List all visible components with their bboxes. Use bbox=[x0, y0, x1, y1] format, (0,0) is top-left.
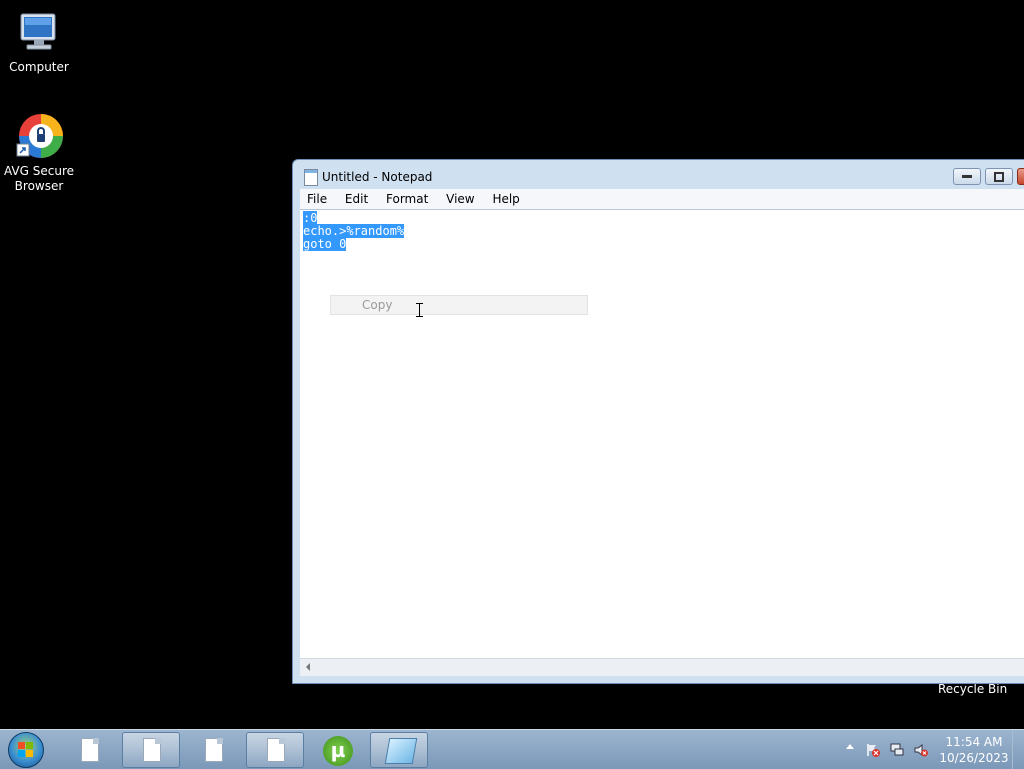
selected-text: echo.>%random% bbox=[303, 224, 405, 238]
maximize-icon bbox=[994, 172, 1004, 182]
desktop-icon-recycle-bin[interactable]: Recycle Bin bbox=[938, 682, 1007, 696]
scroll-left-icon[interactable] bbox=[306, 663, 310, 671]
notepad-icon bbox=[384, 738, 418, 764]
text-line: goto 0 bbox=[303, 237, 404, 251]
network-icon[interactable] bbox=[890, 742, 904, 756]
menu-file[interactable]: File bbox=[300, 189, 334, 209]
menu-bar: File Edit Format View Help bbox=[300, 189, 1024, 209]
clock-time: 11:54 AM bbox=[945, 735, 1003, 749]
document-icon bbox=[81, 738, 99, 762]
show-desktop-button[interactable] bbox=[1012, 730, 1024, 769]
taskbar-button-document[interactable] bbox=[122, 732, 180, 768]
document-icon bbox=[143, 738, 161, 762]
taskbar-button-utorrent[interactable]: µ bbox=[308, 732, 366, 768]
desktop-icon-avg-secure-browser[interactable]: AVG Secure Browser bbox=[0, 112, 78, 194]
context-menu: Copy bbox=[330, 295, 588, 315]
clock-date: 10/26/2023 bbox=[939, 751, 1009, 765]
horizontal-scrollbar[interactable] bbox=[300, 658, 1024, 676]
computer-icon bbox=[15, 8, 63, 56]
volume-muted-icon[interactable] bbox=[914, 742, 928, 757]
taskbar: µ 11:54 AM 10/26/2023 bbox=[0, 729, 1024, 769]
notepad-icon bbox=[304, 169, 318, 186]
show-hidden-icons-icon[interactable] bbox=[846, 744, 854, 749]
document-icon bbox=[267, 738, 285, 762]
minimize-button[interactable] bbox=[953, 168, 981, 185]
context-menu-copy[interactable]: Copy bbox=[362, 298, 392, 312]
windows-logo-icon bbox=[18, 742, 34, 758]
text-editor[interactable]: :0 echo.>%random% goto 0 Copy bbox=[300, 209, 1024, 676]
avg-browser-icon bbox=[15, 112, 63, 160]
notepad-window[interactable]: Untitled - Notepad File Edit Format View… bbox=[292, 159, 1024, 684]
selected-text: goto 0 bbox=[303, 237, 347, 251]
taskbar-button-document[interactable] bbox=[246, 732, 304, 768]
menu-format[interactable]: Format bbox=[379, 189, 435, 209]
taskbar-button-notepad[interactable] bbox=[370, 732, 428, 768]
document-icon bbox=[205, 738, 223, 762]
window-title: Untitled - Notepad bbox=[322, 170, 433, 184]
title-bar[interactable]: Untitled - Notepad bbox=[293, 160, 1024, 192]
taskbar-button-document[interactable] bbox=[184, 732, 242, 768]
menu-view[interactable]: View bbox=[439, 189, 481, 209]
close-button[interactable] bbox=[1017, 168, 1024, 185]
desktop-icon-computer[interactable]: Computer bbox=[0, 8, 78, 75]
text-cursor-icon bbox=[416, 303, 424, 317]
taskbar-button-document[interactable] bbox=[60, 732, 118, 768]
menu-help[interactable]: Help bbox=[485, 189, 526, 209]
start-button[interactable] bbox=[8, 732, 44, 768]
desktop-icon-label: AVG Secure Browser bbox=[3, 164, 75, 193]
desktop-icon-label: Computer bbox=[9, 60, 69, 74]
maximize-button[interactable] bbox=[985, 168, 1013, 185]
menu-edit[interactable]: Edit bbox=[338, 189, 375, 209]
utorrent-icon: µ bbox=[323, 736, 353, 766]
action-center-flag-icon[interactable] bbox=[866, 742, 880, 757]
clock[interactable]: 11:54 AM 10/26/2023 bbox=[934, 734, 1014, 766]
selected-text: :0 bbox=[303, 211, 318, 225]
editor-content[interactable]: :0 echo.>%random% goto 0 bbox=[303, 211, 405, 251]
minimize-icon bbox=[962, 175, 972, 178]
